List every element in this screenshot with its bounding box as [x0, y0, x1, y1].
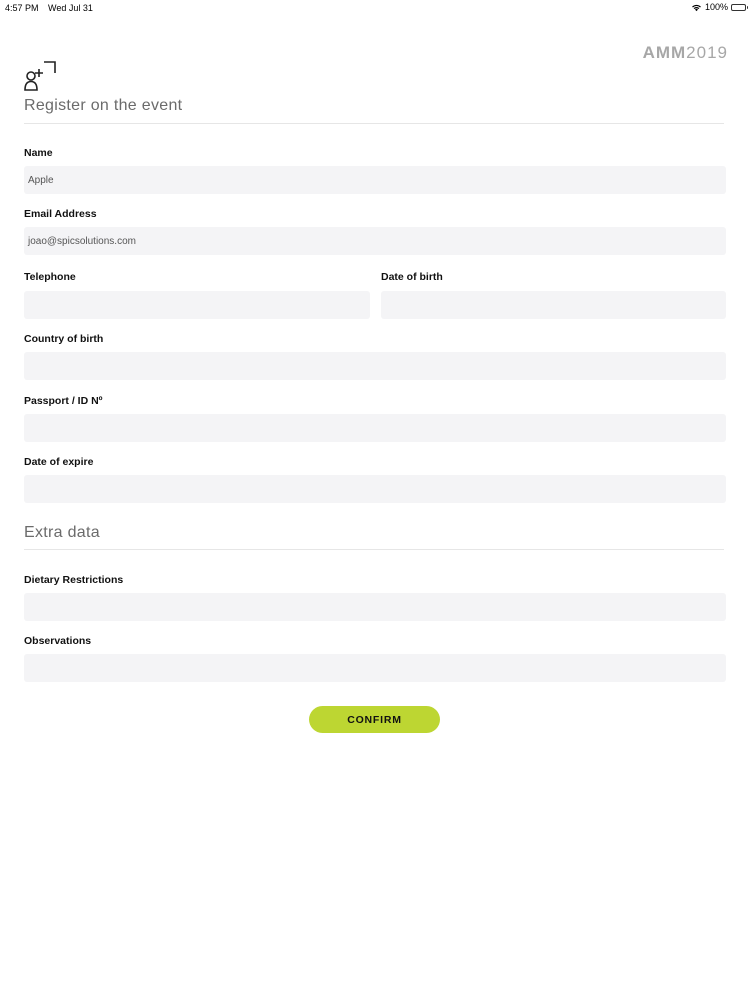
country-of-birth-input[interactable] — [24, 352, 726, 380]
date-of-birth-label: Date of birth — [381, 271, 443, 283]
battery-icon — [731, 3, 748, 11]
status-bar: 4:57 PM Wed Jul 31 100% — [0, 0, 750, 16]
passport-label: Passport / ID Nº — [24, 395, 103, 407]
email-label: Email Address — [24, 208, 97, 220]
wifi-icon — [692, 4, 701, 11]
telephone-label: Telephone — [24, 271, 76, 283]
passport-input[interactable] — [24, 414, 726, 442]
brand-name: AMM — [642, 43, 687, 62]
confirm-button[interactable]: CONFIRM — [309, 706, 440, 733]
status-time: 4:57 PM — [5, 3, 39, 13]
email-input[interactable]: joao@spicsolutions.com — [24, 227, 726, 255]
status-date: Wed Jul 31 — [48, 3, 93, 13]
date-of-expire-input[interactable] — [24, 475, 726, 503]
date-of-birth-input[interactable] — [381, 291, 726, 319]
telephone-input[interactable] — [24, 291, 370, 319]
header-divider — [24, 123, 724, 124]
add-user-icon — [24, 61, 56, 91]
registration-page: 4:57 PM Wed Jul 31 100% AMM2019 Register… — [0, 0, 750, 1000]
extra-data-title: Extra data — [24, 524, 100, 541]
date-of-expire-label: Date of expire — [24, 456, 94, 468]
country-of-birth-label: Country of birth — [24, 333, 104, 345]
battery-percentage: 100% — [704, 2, 728, 12]
observations-label: Observations — [24, 635, 92, 647]
page-title: Register on the event — [24, 97, 183, 114]
dietary-restrictions-input[interactable] — [24, 593, 726, 621]
dietary-restrictions-label: Dietary Restrictions — [24, 574, 124, 586]
observations-input[interactable] — [24, 654, 726, 682]
name-input[interactable]: Apple — [24, 166, 726, 194]
brand-year: 2019 — [686, 43, 728, 62]
brand-logo: AMM2019 — [643, 43, 728, 63]
extra-data-divider — [24, 549, 724, 550]
name-label: Name — [24, 147, 53, 159]
status-indicators: 100% — [691, 2, 748, 12]
